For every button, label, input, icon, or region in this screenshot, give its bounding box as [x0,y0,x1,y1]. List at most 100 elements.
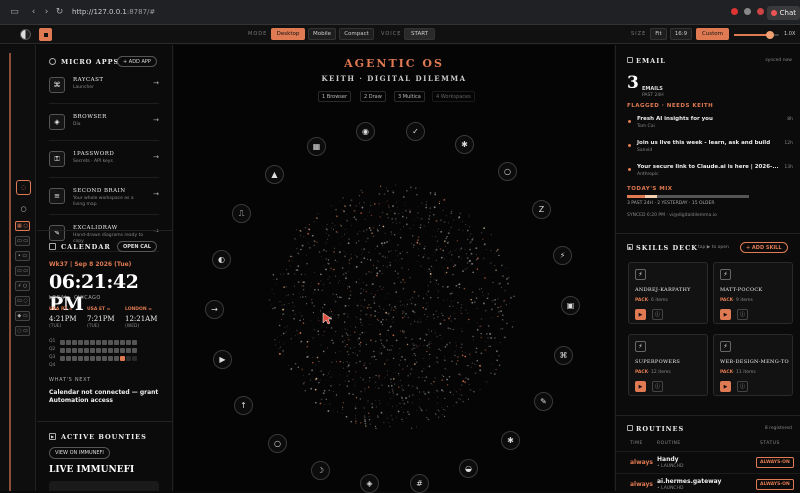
info-button[interactable]: ⓘ [652,309,663,320]
particle [348,262,351,265]
chat-button[interactable]: Chat [766,6,800,20]
grid-icon[interactable]: ▦ [307,137,326,156]
play-button[interactable]: ▶ [635,309,646,320]
command-icon[interactable]: ⌘ [554,346,573,365]
mode-desktop-button[interactable]: Desktop [271,28,305,40]
app-item[interactable]: ⌘ RAYCAST Launcher → [49,74,159,104]
record-button[interactable] [39,28,52,41]
circle-icon[interactable]: ○ [268,434,287,453]
skill-card[interactable]: ⚡ WEB-DESIGN-MENG-TO PACK· 11 items ▶ ⓘ [713,334,793,396]
particle [398,364,400,366]
play-icon[interactable]: ▶ [213,350,232,369]
target-icon[interactable]: ◉ [356,122,375,141]
particle [401,316,404,319]
view-on-immunefi-button[interactable]: VIEW ON IMMUNEFI [49,447,110,459]
particle [445,237,448,240]
particle [300,273,303,276]
particle [427,290,430,293]
play-button[interactable]: ▶ [635,381,646,392]
asterisk-icon[interactable]: ✱ [501,431,520,450]
week-cell-current [120,356,125,361]
rail-widget-7-button[interactable]: ◆ ▭ [15,311,30,321]
rail-widget-3-button[interactable]: • ▭ [15,251,30,261]
back-icon[interactable]: ‹ [27,6,40,19]
particle [379,285,381,288]
size-16-9-button[interactable]: 16:9 [670,28,692,40]
info-button[interactable]: ⓘ [737,381,748,392]
diamond-icon[interactable]: ◈ [360,474,379,493]
contrast-icon[interactable]: ◐ [212,250,231,269]
particle [455,341,457,343]
rail-widget-4-button[interactable]: ▭ ▭ [15,266,30,276]
add-skill-button[interactable]: + ADD SKILL [740,242,788,253]
particle [387,385,390,387]
bounty-card[interactable] [49,481,159,491]
zoom-slider-handle[interactable] [766,31,774,39]
routine-row[interactable]: always Handy • LAUNCHD ALWAYS-ON [616,451,800,471]
particle [416,241,419,244]
check-icon[interactable]: ✓ [406,122,425,141]
square-icon[interactable]: ▣ [561,296,580,315]
open-calendar-button[interactable]: OPEN CAL [117,241,157,252]
mode-compact-button[interactable]: Compact [339,28,374,40]
sidebar-toggle-icon[interactable]: ▭ [8,6,21,19]
angle-icon[interactable]: ⎍ [232,204,251,223]
arrow-right-icon[interactable]: → [205,300,224,319]
particle [413,363,416,366]
extension-icon[interactable] [744,8,751,15]
play-button[interactable]: ▶ [720,381,731,392]
app-item[interactable]: ≡ SECOND BRAIN Your whole workspace as a l… [49,185,159,215]
rail-circle-button[interactable]: ○ [18,203,29,214]
pencil-icon[interactable]: ✎ [534,392,553,411]
info-button[interactable]: ⓘ [737,309,748,320]
start-voice-button[interactable]: START [404,28,435,40]
reload-icon[interactable]: ↻ [53,6,66,19]
routine-row[interactable]: always ai.hermes.gateway • LAUNCHD ALWAYS-O… [616,473,800,491]
bolt-icon[interactable]: ⚡ [553,246,572,265]
play-button[interactable]: ▶ [720,309,731,320]
particle [421,376,424,378]
asterisk-icon[interactable]: ✱ [455,135,474,154]
particle [302,293,303,294]
circle-icon[interactable]: ○ [498,162,517,181]
half-circle-icon[interactable]: ◒ [459,459,478,478]
particle-sphere[interactable] [174,45,614,491]
address-bar[interactable]: http://127.0.0.1:8787/# [72,8,155,16]
add-app-button[interactable]: + ADD APP [117,56,157,67]
email-row[interactable]: Your secure link to Claude.ai is here | … [628,162,793,182]
z-icon[interactable]: Z [532,200,551,219]
particle [397,372,400,375]
rail-home-button[interactable]: ◌ [16,180,31,195]
skill-card[interactable]: ⚡ MATT-POCOCK PACK· 9 items ▶ ⓘ [713,262,793,324]
triangle-icon[interactable]: ▲ [265,165,284,184]
particle [464,377,467,379]
particle [381,342,383,344]
app-item[interactable]: ⚿ 1PASSWORD Secrets · API keys → [49,148,159,178]
particle [344,233,345,235]
skill-card[interactable]: ⚡ ANDREJ-KARPATHY PACK· 6 items ▶ ⓘ [628,262,708,324]
app-item[interactable]: ◈ BROWSER Dia → [49,111,159,141]
forward-icon[interactable]: › [40,6,53,19]
rail-widget-2-button[interactable]: ▭ ▭ [15,236,30,246]
zoom-slider[interactable] [734,31,779,39]
particle [430,297,432,299]
rail-widget-6-button[interactable]: ▭ ◌ [15,296,30,306]
rail-widget-5-button[interactable]: ⚡ ○ [15,281,30,291]
rail-widget-1-button[interactable]: ▦ ○ [15,221,30,231]
mode-mobile-button[interactable]: Mobile [308,28,336,40]
extension-icon[interactable] [757,8,764,15]
theme-toggle-button[interactable] [20,29,31,40]
email-row[interactable]: Fresh AI insights for you Tom Cai 8h [628,114,793,134]
extension-icon[interactable] [731,8,738,15]
skill-card[interactable]: ⚡ SUPERPOWERS PACK· 12 items ▶ ⓘ [628,334,708,396]
rail-widget-8-button[interactable]: ◌ ▭ [15,326,30,336]
moon-icon[interactable]: ☽ [311,461,330,480]
particle [425,203,427,205]
info-button[interactable]: ⓘ [652,381,663,392]
arrow-up-icon[interactable]: ↑ [234,396,253,415]
size-fit-button[interactable]: Fit [650,28,667,40]
particle [368,416,370,418]
hash-icon[interactable]: # [410,474,429,493]
email-row[interactable]: Join us live this week - learn, ask and … [628,138,793,158]
size-custom-button[interactable]: Custom [696,28,729,40]
